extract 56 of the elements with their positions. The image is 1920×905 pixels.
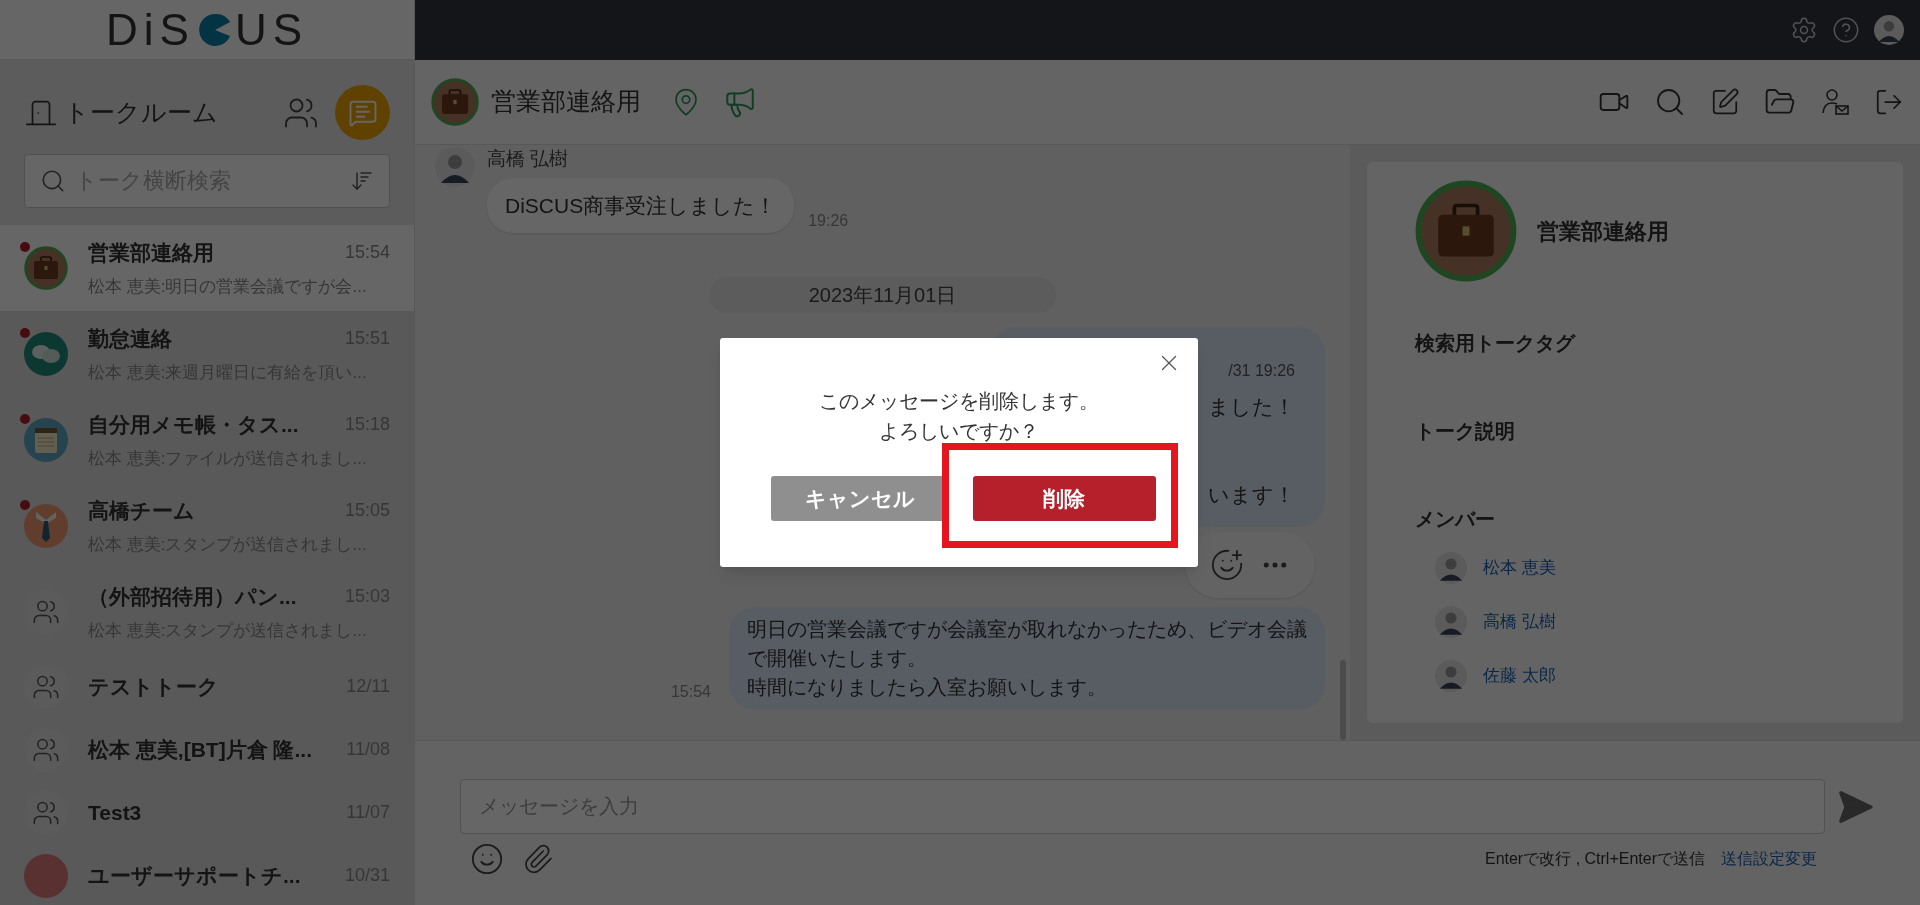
notepad-avatar-icon [24, 418, 68, 462]
talk-name: Test3 [88, 799, 142, 826]
chat-bubbles-avatar-icon [24, 332, 68, 376]
briefcase-avatar-icon [1415, 180, 1517, 282]
talk-name: 営業部連絡用 [88, 239, 214, 266]
section-heading: メンバー [1415, 507, 1496, 532]
logo-text: DiS [106, 3, 195, 56]
member-link[interactable]: 佐藤 太郎 [1483, 663, 1556, 689]
emoji-icon[interactable] [470, 842, 504, 876]
logo-text: US [234, 3, 308, 56]
dialog-message: よろしいですか？ [879, 419, 1039, 444]
sidebar-title: トークルーム [64, 96, 218, 128]
briefcase-avatar-icon [24, 246, 68, 290]
talk-name: 勤怠連絡 [88, 325, 172, 352]
new-talk-button[interactable] [335, 85, 390, 140]
message-bubble: 明日の営業会議ですが会議室が取れなかったため、ビデオ会議 で開催いたします。 時間になりましたら入室お願いします。 [729, 607, 1325, 710]
megaphone-icon[interactable] [723, 85, 757, 119]
message-time: /31 19:26 [1228, 361, 1295, 381]
exit-icon[interactable] [1874, 87, 1904, 117]
panel-title: 営業部連絡用 [1537, 217, 1669, 246]
briefcase-avatar-icon [431, 78, 479, 126]
search-icon [40, 168, 66, 194]
member-avatar [1435, 606, 1467, 638]
talk-name: （外部招待用）パン... [88, 583, 297, 610]
sender-name: 高橋 弘樹 [487, 147, 570, 171]
message-bubble: DiSCUS商事受注しました！ [487, 177, 795, 233]
member-avatar [1435, 552, 1467, 584]
settings-icon[interactable] [1790, 16, 1818, 44]
member-avatar [1435, 660, 1467, 692]
talk-name: 松本 恵美,[BT]片倉 隆... [88, 736, 312, 763]
section-heading: 検索用トークタグ [1415, 331, 1577, 356]
message-text: います！ [1208, 481, 1295, 508]
delete-button[interactable]: 削除 [972, 476, 1156, 521]
talk-name: 高橋チーム [88, 497, 195, 524]
attach-icon[interactable] [522, 843, 554, 875]
section-heading: トーク説明 [1415, 419, 1516, 444]
help-icon[interactable] [1832, 16, 1860, 44]
search-icon[interactable] [1654, 86, 1686, 118]
message-text: ました！ [1208, 394, 1295, 420]
talk-name: ユーザーサポートチ... [88, 862, 301, 889]
send-settings-link[interactable]: 送信設定変更 [1721, 847, 1817, 871]
sort-icon[interactable] [350, 169, 374, 193]
user-avatar [1874, 15, 1904, 45]
member-link[interactable]: 高橋 弘樹 [1483, 609, 1556, 635]
talk-name: 自分用メモ帳・タス... [88, 411, 299, 438]
add-reaction-icon[interactable] [1210, 548, 1244, 582]
member-link[interactable]: 松本 恵美 [1483, 555, 1556, 581]
dialog-message: このメッセージを削除します。 [819, 389, 1099, 414]
send-hint: Enterで改行 , Ctrl+Enterで送信 [1484, 849, 1705, 869]
logo-mark-icon [196, 11, 233, 48]
user-mail-icon[interactable] [1820, 87, 1850, 117]
edit-icon[interactable] [1710, 87, 1740, 117]
talk-avatar-icon [24, 853, 68, 898]
chat-title: 営業部連絡用 [491, 86, 641, 118]
necktie-avatar-icon [24, 504, 68, 548]
talk-name: テストトーク [88, 673, 219, 700]
